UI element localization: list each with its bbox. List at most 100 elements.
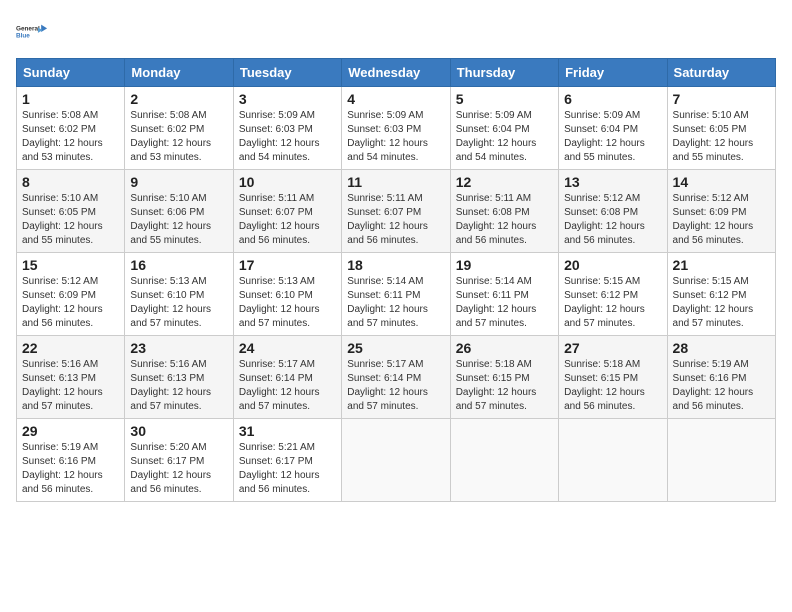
calendar-day-4: 4 Sunrise: 5:09 AMSunset: 6:03 PMDaylight… (342, 87, 450, 170)
calendar-day-5: 5 Sunrise: 5:09 AMSunset: 6:04 PMDaylight… (450, 87, 558, 170)
svg-text:Blue: Blue (16, 32, 30, 39)
weekday-header-wednesday: Wednesday (342, 59, 450, 87)
weekday-header-saturday: Saturday (667, 59, 775, 87)
day-info: Sunrise: 5:13 AMSunset: 6:10 PMDaylight:… (130, 275, 227, 331)
calendar-day-20: 20 Sunrise: 5:15 AMSunset: 6:12 PMDayligh… (559, 253, 667, 336)
day-number: 19 (456, 257, 553, 273)
calendar-day-empty (450, 419, 558, 502)
day-info: Sunrise: 5:10 AMSunset: 6:06 PMDaylight:… (130, 192, 227, 248)
calendar-day-11: 11Sunrise: 5:11 AMSunset: 6:07 PMDayligh… (342, 170, 450, 253)
calendar-day-8: 8Sunrise: 5:10 AMSunset: 6:05 PMDaylight… (17, 170, 125, 253)
day-info: Sunrise: 5:19 AMSunset: 6:16 PMDaylight:… (22, 441, 119, 497)
calendar-day-25: 25 Sunrise: 5:17 AMSunset: 6:14 PMDayligh… (342, 336, 450, 419)
calendar-day-21: 21Sunrise: 5:15 AMSunset: 6:12 PMDayligh… (667, 253, 775, 336)
day-info: Sunrise: 5:11 AMSunset: 6:07 PMDaylight:… (347, 192, 444, 248)
day-info: Sunrise: 5:14 AMSunset: 6:11 PMDaylight:… (347, 275, 444, 331)
svg-text:General: General (16, 26, 40, 33)
calendar-day-27: 27 Sunrise: 5:18 AMSunset: 6:15 PMDayligh… (559, 336, 667, 419)
calendar-day-12: 12 Sunrise: 5:11 AMSunset: 6:08 PMDayligh… (450, 170, 558, 253)
day-info: Sunrise: 5:20 AMSunset: 6:17 PMDaylight:… (130, 441, 227, 497)
day-number: 16 (130, 257, 227, 273)
day-number: 20 (564, 257, 661, 273)
day-number: 17 (239, 257, 336, 273)
calendar-day-empty (342, 419, 450, 502)
weekday-header-sunday: Sunday (17, 59, 125, 87)
calendar-day-22: 22 Sunrise: 5:16 AMSunset: 6:13 PMDayligh… (17, 336, 125, 419)
day-number: 29 (22, 423, 119, 439)
day-info: Sunrise: 5:09 AMSunset: 6:03 PMDaylight:… (347, 109, 444, 165)
calendar-day-15: 15Sunrise: 5:12 AMSunset: 6:09 PMDayligh… (17, 253, 125, 336)
calendar-day-23: 23 Sunrise: 5:16 AMSunset: 6:13 PMDayligh… (125, 336, 233, 419)
calendar-day-26: 26 Sunrise: 5:18 AMSunset: 6:15 PMDayligh… (450, 336, 558, 419)
day-number: 31 (239, 423, 336, 439)
calendar-table: SundayMondayTuesdayWednesdayThursdayFrid… (16, 58, 776, 502)
day-number: 4 (347, 91, 444, 107)
day-info: Sunrise: 5:12 AMSunset: 6:09 PMDaylight:… (673, 192, 770, 248)
weekday-header-friday: Friday (559, 59, 667, 87)
calendar-day-17: 17 Sunrise: 5:13 AMSunset: 6:10 PMDayligh… (233, 253, 341, 336)
day-info: Sunrise: 5:16 AMSunset: 6:13 PMDaylight:… (22, 358, 119, 414)
day-info: Sunrise: 5:08 AMSunset: 6:02 PMDaylight:… (22, 109, 119, 165)
day-number: 7 (673, 91, 770, 107)
calendar-day-3: 3 Sunrise: 5:09 AMSunset: 6:03 PMDaylight… (233, 87, 341, 170)
day-info: Sunrise: 5:08 AMSunset: 6:02 PMDaylight:… (130, 109, 227, 165)
day-number: 27 (564, 340, 661, 356)
weekday-header-monday: Monday (125, 59, 233, 87)
calendar-day-28: 28Sunrise: 5:19 AMSunset: 6:16 PMDayligh… (667, 336, 775, 419)
calendar-day-1: 1 Sunrise: 5:08 AMSunset: 6:02 PMDaylight… (17, 87, 125, 170)
calendar-day-10: 10 Sunrise: 5:11 AMSunset: 6:07 PMDayligh… (233, 170, 341, 253)
day-number: 22 (22, 340, 119, 356)
day-number: 6 (564, 91, 661, 107)
calendar-day-18: 18 Sunrise: 5:14 AMSunset: 6:11 PMDayligh… (342, 253, 450, 336)
calendar-day-7: 7Sunrise: 5:10 AMSunset: 6:05 PMDaylight… (667, 87, 775, 170)
calendar-day-empty (667, 419, 775, 502)
day-number: 9 (130, 174, 227, 190)
calendar-day-9: 9 Sunrise: 5:10 AMSunset: 6:06 PMDaylight… (125, 170, 233, 253)
calendar-day-2: 2 Sunrise: 5:08 AMSunset: 6:02 PMDaylight… (125, 87, 233, 170)
day-number: 3 (239, 91, 336, 107)
day-info: Sunrise: 5:21 AMSunset: 6:17 PMDaylight:… (239, 441, 336, 497)
weekday-header-thursday: Thursday (450, 59, 558, 87)
day-number: 18 (347, 257, 444, 273)
day-info: Sunrise: 5:09 AMSunset: 6:03 PMDaylight:… (239, 109, 336, 165)
calendar-week-row: 15Sunrise: 5:12 AMSunset: 6:09 PMDayligh… (17, 253, 776, 336)
logo: GeneralBlue (16, 16, 48, 48)
day-number: 25 (347, 340, 444, 356)
day-info: Sunrise: 5:13 AMSunset: 6:10 PMDaylight:… (239, 275, 336, 331)
day-number: 5 (456, 91, 553, 107)
logo-icon: GeneralBlue (16, 16, 48, 48)
day-info: Sunrise: 5:18 AMSunset: 6:15 PMDaylight:… (456, 358, 553, 414)
day-info: Sunrise: 5:12 AMSunset: 6:08 PMDaylight:… (564, 192, 661, 248)
day-number: 12 (456, 174, 553, 190)
weekday-header-row: SundayMondayTuesdayWednesdayThursdayFrid… (17, 59, 776, 87)
day-number: 1 (22, 91, 119, 107)
day-info: Sunrise: 5:18 AMSunset: 6:15 PMDaylight:… (564, 358, 661, 414)
page-header: GeneralBlue (16, 16, 776, 48)
calendar-day-6: 6 Sunrise: 5:09 AMSunset: 6:04 PMDaylight… (559, 87, 667, 170)
day-info: Sunrise: 5:09 AMSunset: 6:04 PMDaylight:… (564, 109, 661, 165)
calendar-week-row: 8Sunrise: 5:10 AMSunset: 6:05 PMDaylight… (17, 170, 776, 253)
day-number: 2 (130, 91, 227, 107)
day-number: 26 (456, 340, 553, 356)
calendar-day-24: 24Sunrise: 5:17 AMSunset: 6:14 PMDayligh… (233, 336, 341, 419)
calendar-day-29: 29 Sunrise: 5:19 AMSunset: 6:16 PMDayligh… (17, 419, 125, 502)
day-info: Sunrise: 5:16 AMSunset: 6:13 PMDaylight:… (130, 358, 227, 414)
weekday-header-tuesday: Tuesday (233, 59, 341, 87)
day-info: Sunrise: 5:17 AMSunset: 6:14 PMDaylight:… (239, 358, 336, 414)
day-number: 13 (564, 174, 661, 190)
day-info: Sunrise: 5:09 AMSunset: 6:04 PMDaylight:… (456, 109, 553, 165)
day-number: 14 (673, 174, 770, 190)
day-info: Sunrise: 5:15 AMSunset: 6:12 PMDaylight:… (564, 275, 661, 331)
calendar-day-31: 31 Sunrise: 5:21 AMSunset: 6:17 PMDayligh… (233, 419, 341, 502)
day-number: 10 (239, 174, 336, 190)
calendar-day-30: 30Sunrise: 5:20 AMSunset: 6:17 PMDayligh… (125, 419, 233, 502)
calendar-week-row: 1 Sunrise: 5:08 AMSunset: 6:02 PMDaylight… (17, 87, 776, 170)
calendar-week-row: 29 Sunrise: 5:19 AMSunset: 6:16 PMDayligh… (17, 419, 776, 502)
calendar-week-row: 22 Sunrise: 5:16 AMSunset: 6:13 PMDayligh… (17, 336, 776, 419)
day-number: 23 (130, 340, 227, 356)
day-info: Sunrise: 5:11 AMSunset: 6:08 PMDaylight:… (456, 192, 553, 248)
day-info: Sunrise: 5:17 AMSunset: 6:14 PMDaylight:… (347, 358, 444, 414)
day-info: Sunrise: 5:10 AMSunset: 6:05 PMDaylight:… (22, 192, 119, 248)
day-info: Sunrise: 5:11 AMSunset: 6:07 PMDaylight:… (239, 192, 336, 248)
day-info: Sunrise: 5:14 AMSunset: 6:11 PMDaylight:… (456, 275, 553, 331)
